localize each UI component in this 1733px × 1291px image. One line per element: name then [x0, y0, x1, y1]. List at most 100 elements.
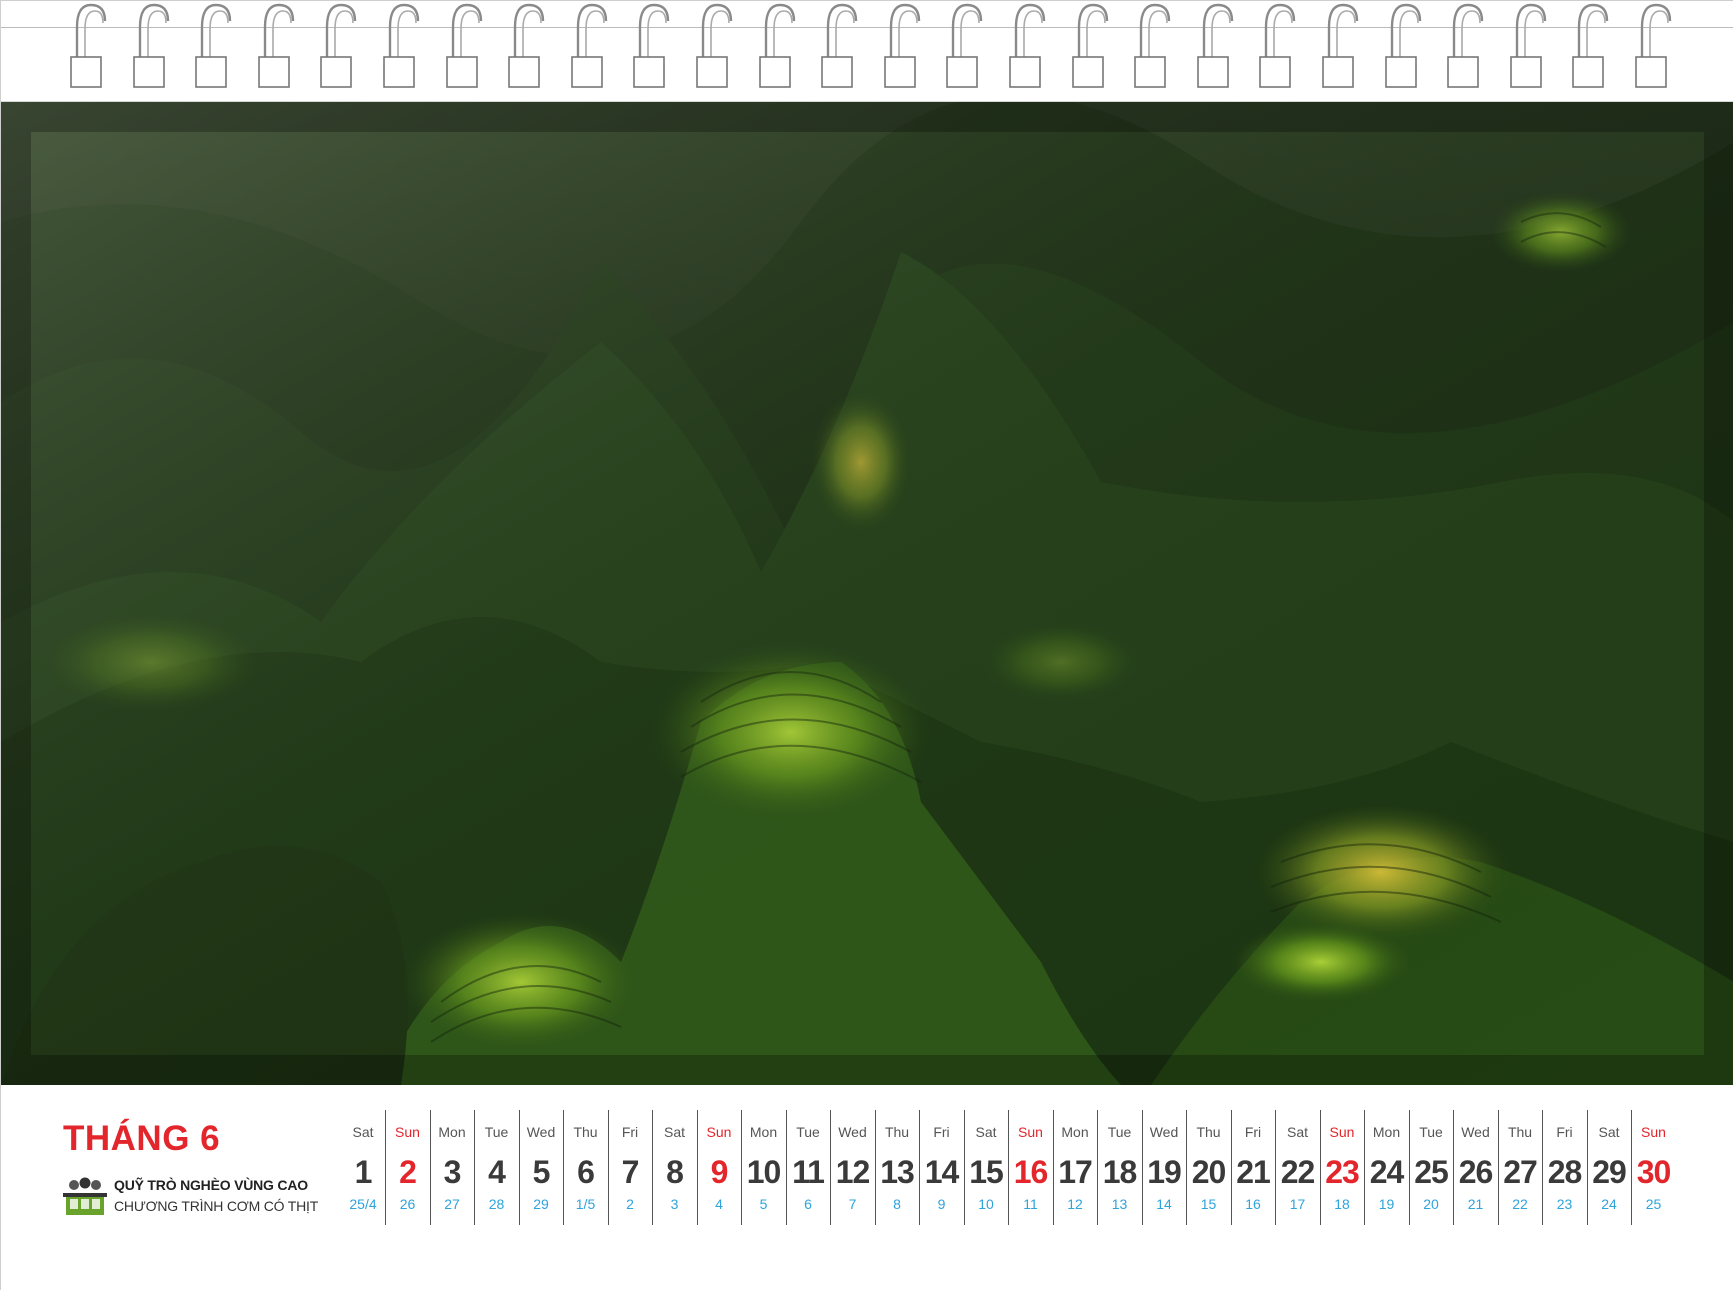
day-cell: Fri 14 9	[920, 1110, 965, 1225]
day-cell: Mon 24 19	[1365, 1110, 1410, 1225]
lunar-date: 7	[848, 1196, 857, 1212]
lunar-date: 11	[1023, 1196, 1038, 1212]
lunar-date: 23	[1556, 1196, 1573, 1212]
spiral-binding-ring-icon	[821, 3, 858, 88]
spiral-binding-ring-icon	[633, 3, 670, 88]
day-cell: Mon 3 27	[430, 1110, 475, 1225]
lunar-date: 26	[399, 1196, 416, 1212]
day-cell: Thu 27 22	[1498, 1110, 1543, 1225]
spiral-binding-ring-icon	[1635, 3, 1672, 88]
day-cell: Mon 10 5	[742, 1110, 787, 1225]
weekday-label: Wed	[526, 1124, 556, 1140]
lunar-date: 8	[893, 1196, 901, 1212]
lunar-date: 27	[444, 1196, 460, 1212]
lunar-date: 16	[1245, 1196, 1261, 1212]
lunar-date: 21	[1467, 1196, 1484, 1212]
lunar-date: 25	[1645, 1196, 1662, 1212]
day-cell: Sat 22 17	[1276, 1110, 1321, 1225]
spiral-binding-ring-icon	[320, 3, 357, 88]
lunar-date: 28	[488, 1196, 505, 1212]
weekday-label: Tue	[484, 1124, 509, 1140]
spiral-binding-ring-icon	[1134, 3, 1171, 88]
spiral-binding-ring-icon	[696, 3, 733, 88]
spiral-binding-ring-icon	[195, 3, 232, 88]
day-cell: Sat 8 3	[653, 1110, 698, 1225]
lunar-date: 2	[626, 1196, 634, 1212]
program-name: CHƯƠNG TRÌNH CƠM CÓ THỊT	[114, 1198, 319, 1214]
day-cell: Sun 2 26	[386, 1110, 431, 1225]
spiral-binding-ring-icon	[1447, 3, 1484, 88]
desk-calendar-page: THÁNG 6 QUỸ TRÒ NGHÈO VÙNG CAO CHƯƠNG TR…	[0, 0, 1733, 1291]
weekday-label: Fri	[933, 1124, 950, 1140]
day-cell: Wed 5 29	[519, 1110, 564, 1225]
weekday-label: Sun	[706, 1124, 732, 1140]
spiral-binding-ring-icon	[132, 3, 169, 88]
day-number: 30	[1636, 1154, 1672, 1190]
weekday-label: Tue	[796, 1124, 820, 1140]
spiral-binding-ring-icon	[883, 3, 920, 88]
lunar-date: 18	[1334, 1196, 1350, 1212]
lunar-date: 6	[804, 1196, 812, 1212]
weekday-label: Fri	[1556, 1124, 1573, 1140]
spiral-binding-ring-icon	[570, 3, 607, 88]
day-cell: Sun 23 18	[1320, 1110, 1365, 1225]
lunar-date: 4	[715, 1196, 723, 1212]
spiral-binding-ring-icon	[946, 3, 983, 88]
day-cell: Mon 17 12	[1053, 1110, 1098, 1225]
weekday-label: Mon	[749, 1124, 778, 1140]
day-cell: Tue 25 20	[1409, 1110, 1454, 1225]
lunar-date: 5	[759, 1196, 768, 1212]
day-cell: Sun 9 4	[697, 1110, 742, 1225]
weekday-label: Sun	[1018, 1124, 1043, 1140]
lunar-date: 10	[978, 1196, 994, 1212]
weekday-label: Thu	[1196, 1124, 1221, 1140]
day-cell: Sun 16 11	[1009, 1110, 1054, 1225]
weekday-label: Thu	[1507, 1124, 1533, 1140]
day-cell: Thu 6 1/5	[564, 1110, 609, 1225]
lunar-date: 25/4	[349, 1196, 377, 1212]
lunar-date: 13	[1111, 1196, 1128, 1212]
day-cell: Wed 19 14	[1142, 1110, 1187, 1225]
people-group-logo-icon	[63, 1177, 107, 1215]
lunar-date: 12	[1067, 1196, 1083, 1212]
day-cell: Sat 1 25/4	[341, 1110, 386, 1225]
month-title: THÁNG 6	[63, 1119, 221, 1158]
day-cell: Sat 15 10	[964, 1110, 1009, 1225]
spiral-binding-ring-icon	[1259, 3, 1296, 88]
weekday-label: Tue	[1107, 1124, 1132, 1140]
day-cell: Thu 20 15	[1187, 1110, 1232, 1225]
weekday-label: Sat	[352, 1124, 374, 1140]
spiral-binding-ring-icon	[383, 3, 420, 88]
weekday-label: Sat	[1286, 1124, 1308, 1140]
spiral-binding-ring-icon	[1509, 3, 1546, 88]
spiral-binding-ring-icon	[1572, 3, 1609, 88]
spiral-binding-ring-icon	[1009, 3, 1046, 88]
lunar-date: 15	[1200, 1196, 1217, 1212]
weekday-label: Sun	[1329, 1124, 1355, 1140]
lunar-date: 19	[1378, 1196, 1395, 1212]
weekday-label: Fri	[621, 1124, 639, 1140]
calendar-footer: THÁNG 6 QUỸ TRÒ NGHÈO VÙNG CAO CHƯƠNG TR…	[1, 1085, 1733, 1291]
lunar-date: 24	[1601, 1196, 1617, 1212]
weekday-label: Mon	[438, 1124, 466, 1140]
weekday-label: Thu	[573, 1124, 598, 1140]
day-cell: Thu 13 8	[875, 1110, 920, 1225]
weekday-label: Sat	[663, 1124, 685, 1140]
day-cell: Tue 11 6	[786, 1110, 831, 1225]
spiral-binding	[1, 1, 1733, 102]
terraced-rice-fields-landscape-icon	[1, 102, 1733, 1085]
weekday-label: Mon	[1372, 1124, 1401, 1140]
day-cell: Fri 21 16	[1231, 1110, 1276, 1225]
lunar-date: 9	[937, 1196, 946, 1212]
day-cell: Tue 18 13	[1098, 1110, 1143, 1225]
lunar-date: 14	[1156, 1196, 1172, 1212]
weekday-label: Sun	[1641, 1124, 1666, 1140]
spiral-binding-ring-icon	[1322, 3, 1359, 88]
day-cell: Sat 29 24	[1587, 1110, 1632, 1225]
weekday-label: Tue	[1419, 1124, 1443, 1140]
lunar-date: 17	[1289, 1196, 1306, 1212]
weekday-label: Sat	[975, 1124, 997, 1140]
weekday-label: Mon	[1061, 1124, 1089, 1140]
weekday-label: Wed	[1149, 1124, 1179, 1140]
spiral-binding-ring-icon	[508, 3, 545, 88]
